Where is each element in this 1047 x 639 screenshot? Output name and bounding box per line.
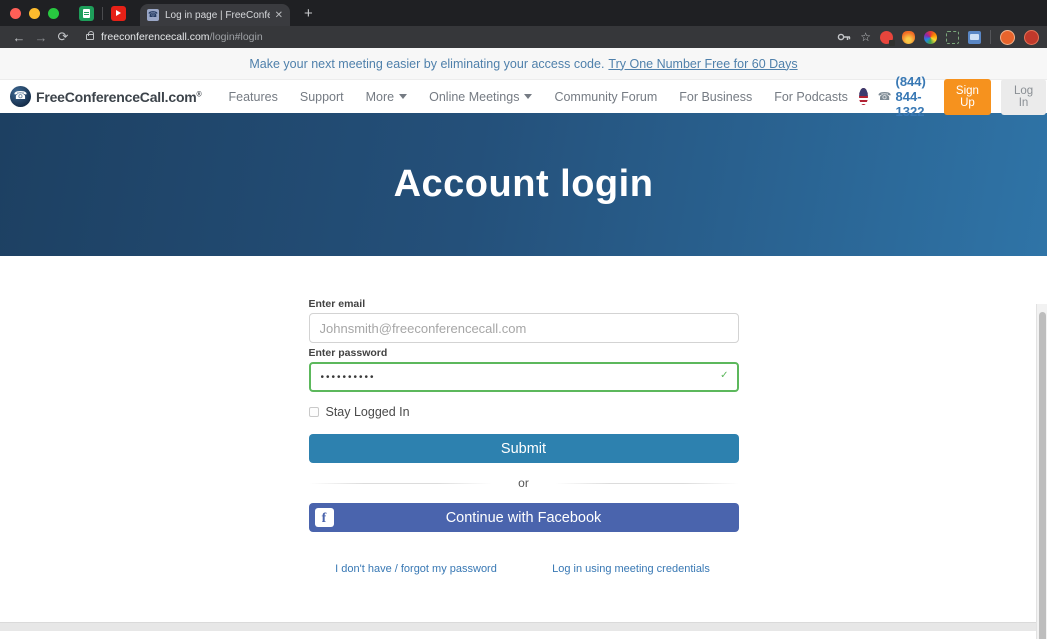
- extension-badge: [889, 40, 895, 46]
- pinned-tab-youtube-icon[interactable]: [111, 6, 126, 21]
- window-controls: [10, 8, 59, 19]
- tab-favicon-icon: ☎: [147, 9, 159, 21]
- extension-card-icon[interactable]: [968, 31, 981, 44]
- sheets-grid-icon: [83, 9, 90, 18]
- pinned-tab-sheets-icon[interactable]: [79, 6, 94, 21]
- divider-line: [555, 483, 739, 484]
- extension-flame-icon[interactable]: [902, 31, 915, 44]
- forward-button[interactable]: →: [30, 30, 52, 45]
- tab-title: Log in page | FreeConferenceC: [165, 10, 270, 21]
- nav-item-online-meetings[interactable]: Online Meetings: [418, 90, 543, 104]
- brand-phone-icon: ☎: [10, 86, 31, 107]
- nav-item-label: More: [366, 90, 394, 104]
- or-divider: or: [309, 476, 739, 490]
- nav-item-community-forum[interactable]: Community Forum: [543, 90, 668, 104]
- extension-colorwheel-icon[interactable]: [924, 31, 937, 44]
- lock-icon: [86, 34, 94, 40]
- horizontal-scrollbar-track[interactable]: [0, 622, 1047, 631]
- nav-item-label: Features: [229, 90, 278, 104]
- stay-logged-in-label[interactable]: Stay Logged In: [326, 405, 410, 419]
- vertical-scrollbar[interactable]: [1036, 304, 1047, 639]
- active-tab[interactable]: ☎ Log in page | FreeConferenceC ✕: [140, 4, 290, 26]
- nav-item-label: Community Forum: [554, 90, 657, 104]
- nav-item-for-podcasts[interactable]: For Podcasts: [763, 90, 859, 104]
- url-domain: freeconferencecall.com: [101, 31, 210, 43]
- nav-item-more[interactable]: More: [355, 90, 418, 104]
- phone-number-link[interactable]: ☎ (844) 844-1322: [878, 74, 934, 119]
- page-content: Enter email Enter password ✓ Stay Logged…: [0, 256, 1047, 622]
- browser-toolbar: ← → ⟳ freeconferencecall.com/login#login…: [0, 26, 1047, 48]
- signup-button[interactable]: Sign Up: [944, 79, 991, 115]
- window-zoom-button[interactable]: [48, 8, 59, 19]
- bookmark-star-icon[interactable]: ☆: [860, 30, 871, 44]
- forgot-password-link[interactable]: I don't have / forgot my password: [335, 563, 497, 575]
- promo-text: Make your next meeting easier by elimina…: [249, 57, 604, 71]
- submit-button[interactable]: Submit: [309, 434, 739, 463]
- hero-banner: Account login: [0, 113, 1047, 256]
- nav-item-support[interactable]: Support: [289, 90, 355, 104]
- chevron-down-icon: [524, 94, 532, 99]
- profile-avatar-icon[interactable]: [1000, 30, 1015, 45]
- login-button[interactable]: Log In: [1001, 79, 1046, 115]
- promo-link[interactable]: Try One Number Free for 60 Days: [608, 57, 797, 71]
- nav-item-label: For Business: [679, 90, 752, 104]
- nav-item-label: For Podcasts: [774, 90, 848, 104]
- phone-handset-icon: ☎: [878, 90, 892, 103]
- window-close-button[interactable]: [10, 8, 21, 19]
- play-icon: [116, 10, 121, 16]
- brand-trademark: ®: [197, 91, 202, 98]
- login-form: Enter email Enter password ✓ Stay Logged…: [309, 256, 739, 577]
- or-label: or: [492, 476, 555, 490]
- nav-items: Features Support More Online Meetings Co…: [218, 90, 859, 104]
- brand-logo[interactable]: ☎ FreeConferenceCall.com®: [10, 86, 202, 107]
- password-key-icon[interactable]: [837, 32, 851, 42]
- reload-button[interactable]: ⟳: [52, 29, 74, 45]
- tab-close-icon[interactable]: ✕: [275, 10, 283, 21]
- extension-red-icon[interactable]: [880, 31, 893, 44]
- main-navigation: ☎ FreeConferenceCall.com® Features Suppo…: [0, 80, 1047, 113]
- email-input[interactable]: [309, 313, 739, 343]
- window-minimize-button[interactable]: [29, 8, 40, 19]
- facebook-login-button[interactable]: f Continue with Facebook: [309, 503, 739, 532]
- address-bar[interactable]: freeconferencecall.com/login#login: [101, 31, 263, 43]
- email-label: Enter email: [309, 298, 739, 310]
- scrollbar-thumb[interactable]: [1039, 312, 1046, 639]
- browser-tab-bar: ☎ Log in page | FreeConferenceC ✕ +: [0, 0, 1047, 26]
- toolbar-divider: [990, 30, 991, 44]
- password-input[interactable]: [309, 362, 739, 392]
- tab-divider: [102, 7, 103, 20]
- brand-name: FreeConferenceCall.com: [36, 89, 197, 105]
- nav-item-for-business[interactable]: For Business: [668, 90, 763, 104]
- stay-logged-in-checkbox[interactable]: [309, 407, 319, 417]
- extension-dotted-icon[interactable]: [946, 31, 959, 44]
- facebook-button-label: Continue with Facebook: [446, 510, 602, 526]
- meeting-credentials-link[interactable]: Log in using meeting credentials: [552, 563, 710, 575]
- divider-line: [309, 483, 493, 484]
- url-path: /login#login: [210, 31, 263, 43]
- new-tab-button[interactable]: +: [304, 5, 313, 22]
- us-flag-icon[interactable]: [859, 88, 868, 105]
- nav-item-label: Support: [300, 90, 344, 104]
- back-button[interactable]: ←: [8, 30, 30, 45]
- page-title: Account login: [394, 163, 654, 206]
- phone-number: (844) 844-1322: [896, 74, 934, 119]
- valid-check-icon: ✓: [720, 370, 728, 381]
- nav-item-label: Online Meetings: [429, 90, 519, 104]
- browser-profile-avatar[interactable]: [1024, 30, 1039, 45]
- facebook-icon: f: [315, 508, 334, 527]
- password-label: Enter password: [309, 347, 739, 359]
- chevron-down-icon: [399, 94, 407, 99]
- nav-item-features[interactable]: Features: [218, 90, 289, 104]
